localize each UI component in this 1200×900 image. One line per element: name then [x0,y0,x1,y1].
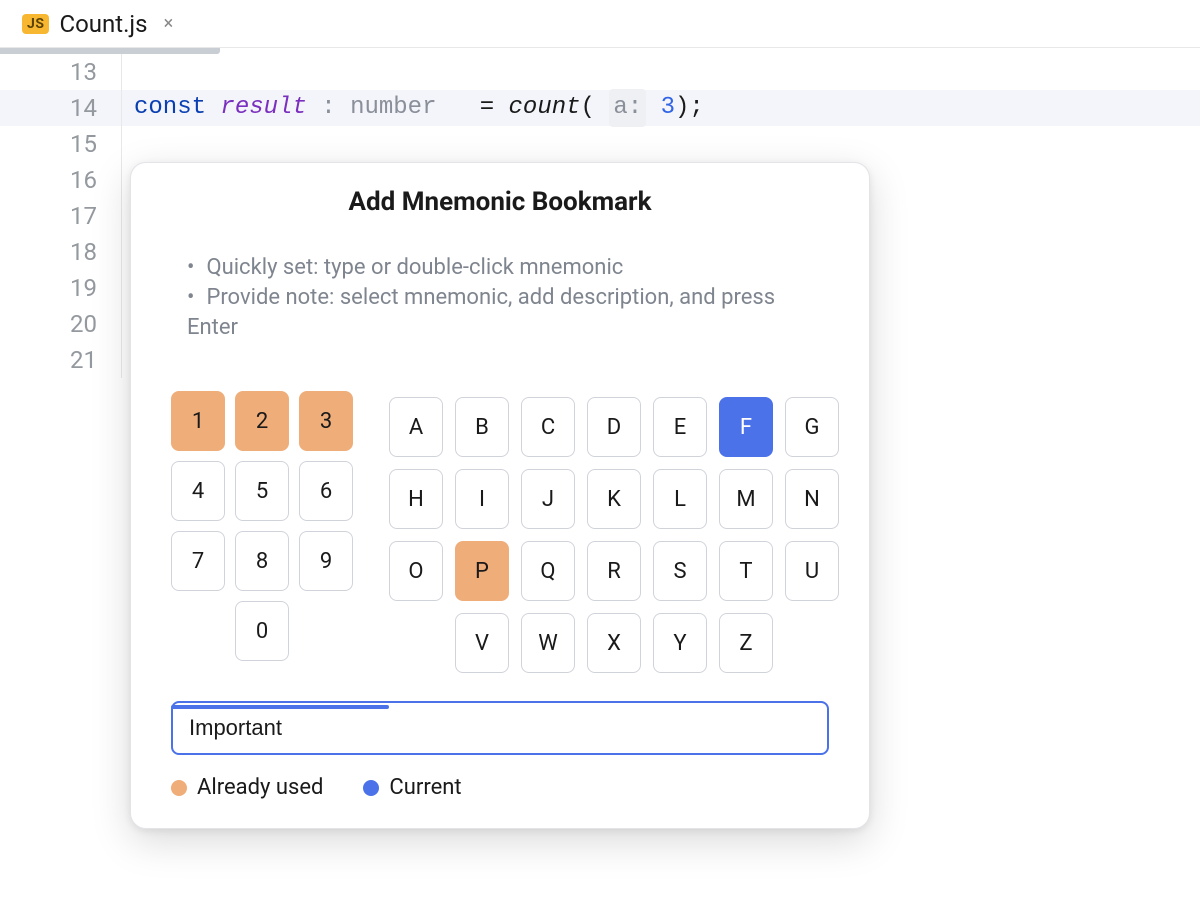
mnemonic-key-G[interactable]: G [785,397,839,457]
hint-item: Quickly set: type or double-click mnemon… [187,253,829,283]
mnemonic-key-O[interactable]: O [389,541,443,601]
mnemonic-key-H[interactable]: H [389,469,443,529]
mnemonic-key-U[interactable]: U [785,541,839,601]
gutter-line: 15 [0,126,97,162]
gutter-line: 14 [0,90,97,126]
mnemonic-key-8[interactable]: 8 [235,531,289,591]
keypad-row: 1234567890 ABCDEFGHIJKLMNOPQRSTUVWXYZ [171,391,829,673]
gutter-line: 17 [0,198,97,234]
close-paren: ); [675,90,704,126]
number-literal: 3 [661,90,675,126]
legend-dot-blue-icon [363,780,379,796]
mnemonic-key-D[interactable]: D [587,397,641,457]
mnemonic-key-5[interactable]: 5 [235,461,289,521]
bookmark-note-input[interactable] [171,701,829,755]
mnemonic-key-A[interactable]: A [389,397,443,457]
gutter-line: 13 [0,54,97,90]
mnemonic-key-0[interactable]: 0 [235,601,289,661]
identifier-result: result [220,90,306,126]
mnemonic-key-W[interactable]: W [521,613,575,673]
mnemonic-key-9[interactable]: 9 [299,531,353,591]
gutter-line: 20 [0,306,97,342]
mnemonic-key-7[interactable]: 7 [171,531,225,591]
editor-tab[interactable]: JS Count.js × [10,4,185,44]
tab-filename: Count.js [59,10,147,38]
hint-item: Provide note: select mnemonic, add descr… [187,283,829,343]
mnemonic-key-J[interactable]: J [521,469,575,529]
mnemonic-key-F[interactable]: F [719,397,773,457]
mnemonic-key-Z[interactable]: Z [719,613,773,673]
legend-dot-orange-icon [171,780,187,796]
gutter-line: 21 [0,342,97,378]
legend-current: Current [363,775,461,800]
mnemonic-key-R[interactable]: R [587,541,641,601]
mnemonic-key-2[interactable]: 2 [235,391,289,451]
mnemonic-key-V[interactable]: V [455,613,509,673]
mnemonic-key-L[interactable]: L [653,469,707,529]
mnemonic-key-P[interactable]: P [455,541,509,601]
mnemonic-key-M[interactable]: M [719,469,773,529]
mnemonic-key-4[interactable]: 4 [171,461,225,521]
code-line-14[interactable]: const result : number = count ( a: 3 ); [122,90,1200,126]
mnemonic-key-C[interactable]: C [521,397,575,457]
mnemonic-key-N[interactable]: N [785,469,839,529]
tab-bar: JS Count.js × [0,0,1200,48]
mnemonic-key-3[interactable]: 3 [299,391,353,451]
letter-keypad: ABCDEFG HIJKLMN OPQRSTU VWXYZ [389,397,839,673]
legend: Already used Current [171,775,829,800]
fn-count: count [509,90,581,126]
mnemonic-key-E[interactable]: E [653,397,707,457]
gutter-line: 16 [0,162,97,198]
digit-keypad: 123 456 7890 [171,391,353,661]
mnemonic-key-T[interactable]: T [719,541,773,601]
mnemonic-key-6[interactable]: 6 [299,461,353,521]
keyword-const: const [134,90,206,126]
mnemonic-key-S[interactable]: S [653,541,707,601]
assign-op: = [480,90,494,126]
param-hint-a: a: [609,89,646,127]
close-icon[interactable]: × [164,13,174,34]
legend-already-used: Already used [171,775,323,800]
gutter-line: 19 [0,270,97,306]
js-file-icon: JS [22,14,49,34]
mnemonic-key-X[interactable]: X [587,613,641,673]
gutter-line: 18 [0,234,97,270]
mnemonic-key-B[interactable]: B [455,397,509,457]
mnemonic-bookmark-popup: Add Mnemonic Bookmark Quickly set: type … [130,162,870,829]
mnemonic-key-Y[interactable]: Y [653,613,707,673]
popup-hints: Quickly set: type or double-click mnemon… [171,253,829,343]
paren-open: ( [581,90,595,126]
line-gutter: 131415161718192021 [0,54,122,378]
popup-title: Add Mnemonic Bookmark [171,187,829,217]
mnemonic-key-1[interactable]: 1 [171,391,225,451]
mnemonic-key-I[interactable]: I [455,469,509,529]
type-hint-colon: : [321,90,335,126]
type-hint-number: number [350,90,436,126]
mnemonic-key-K[interactable]: K [587,469,641,529]
mnemonic-key-Q[interactable]: Q [521,541,575,601]
